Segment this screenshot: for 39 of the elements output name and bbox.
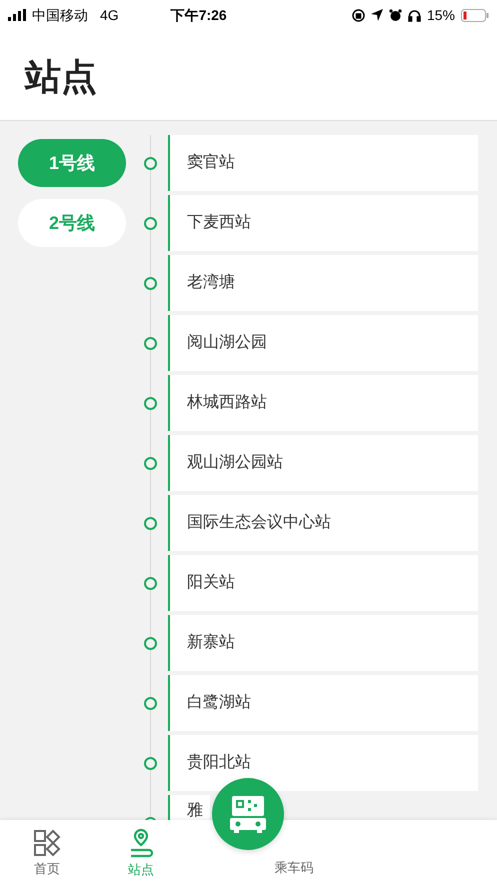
- station-card[interactable]: 新寨站: [168, 615, 478, 671]
- station-card[interactable]: 下麦西站: [168, 195, 478, 251]
- station-name: 阅山湖公园: [187, 332, 267, 353]
- station-card[interactable]: 观山湖公园站: [168, 435, 478, 491]
- station-card[interactable]: 贵阳北站: [168, 735, 478, 791]
- station-card[interactable]: 阳关站: [168, 555, 478, 611]
- network-text: 4G: [100, 6, 119, 24]
- station-name: 老湾塘: [187, 272, 235, 293]
- qr-bus-icon: [228, 794, 268, 834]
- grid-icon: [33, 828, 61, 857]
- station-card[interactable]: 阅山湖公园: [168, 315, 478, 371]
- station-name: 阳关站: [187, 572, 235, 593]
- tab-item[interactable]: 首页: [0, 820, 94, 883]
- station-name: 国际生态会议中心站: [187, 512, 331, 533]
- station-name: 新寨站: [187, 632, 235, 653]
- station-name: 贵阳北站: [187, 752, 251, 773]
- station-card[interactable]: 白鹭湖站: [168, 675, 478, 731]
- headphones-icon: [408, 8, 421, 22]
- station-card[interactable]: 林城西路站: [168, 375, 478, 431]
- signal-icon: [8, 9, 28, 21]
- battery-percent-text: 15%: [426, 6, 455, 24]
- location-arrow-icon: [370, 9, 383, 21]
- rotation-lock-icon: [352, 8, 365, 22]
- station-card[interactable]: 国际生态会议中心站: [168, 495, 478, 551]
- alarm-icon: [388, 8, 402, 22]
- station-card[interactable]: 老湾塘: [168, 255, 478, 311]
- tab-label[interactable]: 乘车码: [274, 858, 314, 877]
- station-name: 窦官站: [187, 152, 235, 173]
- station-name: 观山湖公园站: [187, 452, 283, 473]
- station-card[interactable]: 雅: [168, 795, 210, 820]
- station-name: 雅: [187, 801, 203, 820]
- station-name: 下麦西站: [187, 212, 251, 233]
- clock-text: 下午7:26: [170, 6, 227, 24]
- carrier-text: 中国移动: [32, 6, 88, 24]
- station-card[interactable]: 窦官站: [168, 135, 478, 191]
- station-name: 林城西路站: [187, 392, 267, 413]
- page-title: 站点: [25, 59, 97, 95]
- battery-icon: [461, 8, 489, 22]
- station-name: 白鹭湖站: [187, 692, 251, 713]
